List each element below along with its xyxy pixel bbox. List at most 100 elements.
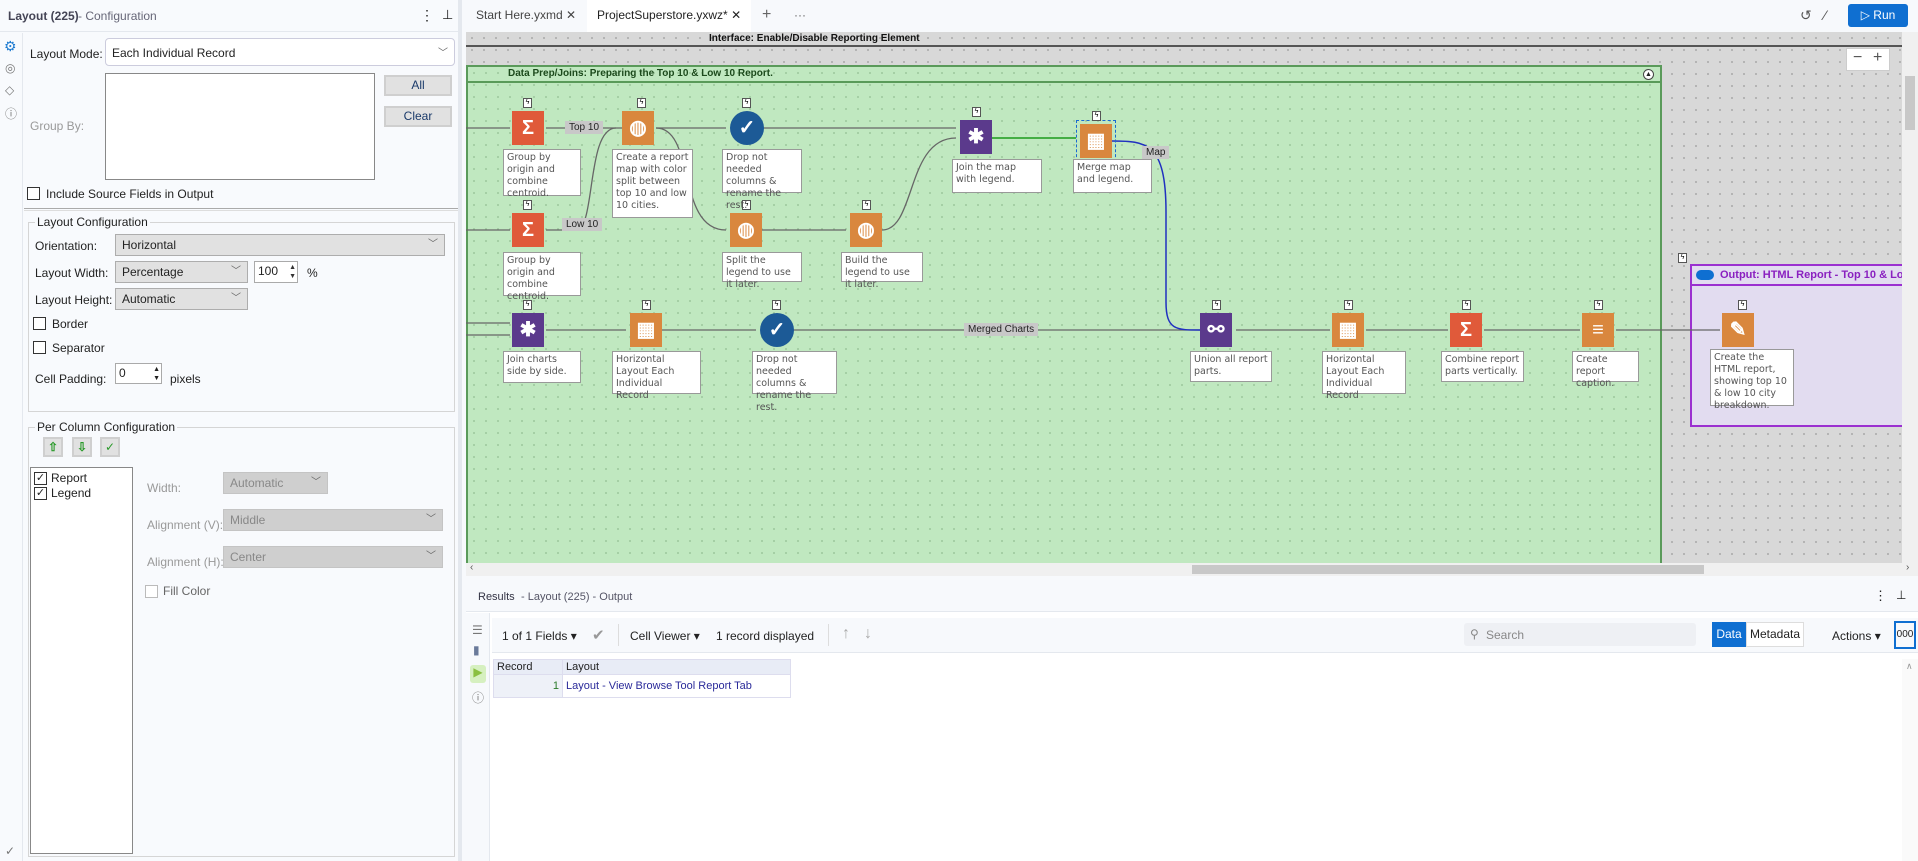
output-anchor-icon[interactable]: ▶ <box>470 665 486 683</box>
layout-tool-node[interactable]: ▦ <box>630 313 662 347</box>
column-header[interactable]: Record <box>494 660 563 674</box>
more-options-icon[interactable]: ⋮ <box>1874 588 1887 604</box>
more-tabs-icon[interactable]: ··· <box>784 0 816 32</box>
column-header[interactable]: Layout <box>563 660 790 674</box>
status-icon: ✓ <box>5 844 16 858</box>
checkmark-icon: ✓ <box>738 117 756 139</box>
summarize-tool-node[interactable]: Σ <box>512 111 544 145</box>
layout-height-select[interactable]: Automatic ﹀ <box>115 288 248 310</box>
column-report-checkbox[interactable]: ✓ <box>34 472 47 485</box>
close-icon[interactable]: ✕ <box>731 8 741 22</box>
history-icon[interactable]: ↺ <box>1800 7 1812 24</box>
select-tool-node[interactable]: ✓ <box>730 111 764 145</box>
layout-width-select[interactable]: Percentage ﹀ <box>115 261 248 283</box>
stepper-arrows-icon[interactable]: ▲ ▼ <box>153 365 160 383</box>
layout-mode-select[interactable]: Each Individual Record ﹀ <box>105 38 455 66</box>
pin-icon[interactable]: ⊥ <box>442 7 453 23</box>
include-source-checkbox[interactable] <box>27 187 40 200</box>
cell-padding-stepper[interactable]: 0 ▲ ▼ <box>115 363 162 384</box>
checkmark-icon: ✓ <box>768 319 786 341</box>
input-anchor-icon[interactable]: ▮ <box>473 643 480 657</box>
canvas-vertical-scrollbar[interactable] <box>1902 32 1918 563</box>
alignment-h-select[interactable]: Center ﹀ <box>223 546 443 568</box>
layout-height-value: Automatic <box>122 292 176 306</box>
group-by-list[interactable] <box>105 73 375 180</box>
layout-width-stepper[interactable]: 100 ▲ ▼ <box>254 261 298 283</box>
separator-checkbox[interactable] <box>33 341 46 354</box>
check-all-button[interactable]: ✓ <box>100 437 120 457</box>
tab-bar: Start Here.yxmd ✕ ProjectSuperstore.yxwz… <box>466 0 1918 32</box>
tab-label: Start Here.yxmd <box>476 8 563 22</box>
report-map-tool-node[interactable]: ◍ <box>622 111 654 145</box>
actions-dropdown[interactable]: Actions ▾ <box>1832 629 1881 643</box>
select-tool-node[interactable]: ✓ <box>760 313 794 347</box>
orientation-label: Orientation: <box>35 239 98 253</box>
scrollbar-thumb[interactable] <box>1905 76 1915 130</box>
gear-icon[interactable]: ⚙ <box>4 38 17 55</box>
canvas-horizontal-scrollbar[interactable]: ‹ › <box>466 562 1918 576</box>
stepper-arrows-icon[interactable]: ▲ ▼ <box>289 263 296 281</box>
scroll-up-icon[interactable]: ∧ <box>1906 661 1913 672</box>
tab-project-superstore[interactable]: ProjectSuperstore.yxwz* ✕ <box>587 0 752 32</box>
metadata-button[interactable]: Metadata <box>1746 622 1804 647</box>
list-icon[interactable]: ☰ <box>472 623 483 637</box>
join-icon: ✱ <box>967 126 985 148</box>
alignment-h-value: Center <box>230 550 267 564</box>
column-list[interactable]: ✓ Report ✓ Legend <box>30 467 133 854</box>
cell-viewer-dropdown[interactable]: Cell Viewer ▾ <box>630 629 700 643</box>
tag-icon[interactable]: ◇ <box>5 83 14 97</box>
alignment-v-select[interactable]: Middle ﹀ <box>223 509 443 531</box>
render-tool-node[interactable]: ✎ <box>1722 313 1754 347</box>
layout-tool-node-selected[interactable]: ▦ <box>1076 120 1116 162</box>
move-down-button[interactable]: ⇩ <box>72 437 92 457</box>
report-legend-split-node[interactable]: ◍ <box>730 213 762 247</box>
report-legend-builder-node[interactable]: ◍ <box>850 213 882 247</box>
connection-icon[interactable]: ◎ <box>5 61 15 75</box>
join-tool-node[interactable]: ✱ <box>960 120 992 154</box>
column-width-select[interactable]: Automatic ﹀ <box>223 472 328 494</box>
union-tool-node[interactable]: ⚯ <box>1200 313 1232 347</box>
fields-dropdown[interactable]: 1 of 1 Fields ▾ <box>502 629 577 643</box>
all-button[interactable]: All <box>384 75 452 96</box>
summarize-tool-node[interactable]: Σ <box>512 213 544 247</box>
arrow-up-icon[interactable]: ↑ <box>842 625 850 643</box>
move-up-button[interactable]: ⇧ <box>43 437 63 457</box>
close-icon[interactable]: ✕ <box>566 8 576 22</box>
chevron-down-icon: ﹀ <box>426 551 436 562</box>
chevron-down-icon: ﹀ <box>231 293 241 304</box>
magic-wand-icon[interactable]: ⁄ <box>1824 7 1826 23</box>
layout-cell[interactable]: Layout - View Browse Tool Report Tab <box>563 675 790 697</box>
join-tool-node[interactable]: ✱ <box>512 313 544 347</box>
arrow-down-icon[interactable]: ↓ <box>864 625 872 643</box>
table-row[interactable]: 1 Layout - View Browse Tool Report Tab <box>493 675 791 698</box>
search-input[interactable]: ⚲ Search <box>1464 623 1696 646</box>
pin-icon[interactable]: ⊥ <box>1896 588 1906 602</box>
layout-tool-node[interactable]: ▦ <box>1332 313 1364 347</box>
chevron-down-icon: ﹀ <box>231 266 241 277</box>
checkmark-icon[interactable]: ✔ <box>592 626 605 644</box>
column-report-label: Report <box>51 471 88 485</box>
thousands-separator-button[interactable]: 000 <box>1894 621 1916 649</box>
scroll-right-icon[interactable]: › <box>1906 562 1909 573</box>
orientation-select[interactable]: Horizontal ﹀ <box>115 234 445 256</box>
border-checkbox[interactable] <box>33 317 46 330</box>
scroll-left-icon[interactable]: ‹ <box>470 562 473 573</box>
summarize-tool-node[interactable]: Σ <box>1450 313 1482 347</box>
workflow-canvas[interactable]: Interface: Enable/Disable Reporting Elem… <box>466 32 1902 563</box>
bolt-icon: ϟ <box>642 300 651 310</box>
cell-viewer-label: Cell Viewer <box>630 629 691 643</box>
clear-button[interactable]: Clear <box>384 106 452 127</box>
scrollbar-thumb[interactable] <box>1192 565 1704 574</box>
tab-start-here[interactable]: Start Here.yxmd ✕ <box>466 0 586 32</box>
alignment-v-value: Middle <box>230 513 266 527</box>
help-icon[interactable]: ⓘ <box>472 689 484 706</box>
run-button[interactable]: ▷ Run <box>1848 4 1908 27</box>
more-options-icon[interactable]: ⋮ <box>420 7 434 24</box>
new-tab-icon[interactable]: + <box>752 0 781 32</box>
help-icon[interactable]: ⓘ <box>5 105 17 122</box>
results-scrollbar[interactable]: ∧ <box>1902 659 1918 861</box>
report-text-tool-node[interactable]: ≡ <box>1582 313 1614 347</box>
fill-color-checkbox[interactable] <box>145 585 158 598</box>
column-legend-checkbox[interactable]: ✓ <box>34 487 47 500</box>
data-button[interactable]: Data <box>1712 622 1746 647</box>
